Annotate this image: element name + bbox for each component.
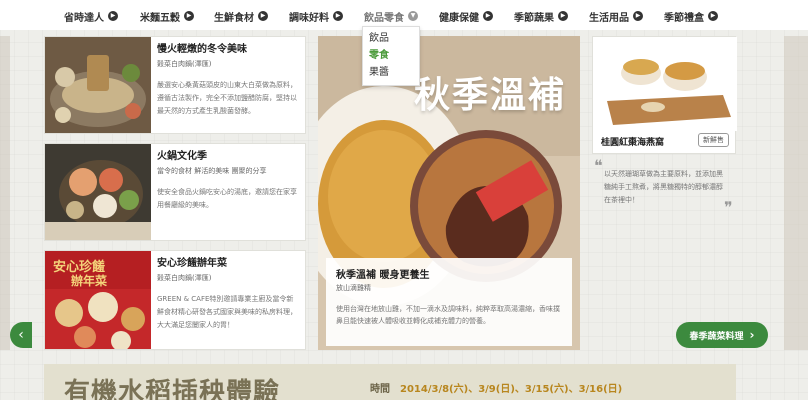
arrow-right-icon: ▶: [108, 11, 118, 21]
quote-close-icon: ❞: [724, 198, 733, 217]
nav-item-seasonal-produce[interactable]: 季節蔬果 ▶: [514, 8, 568, 24]
product-tag[interactable]: 新鮮售: [698, 133, 729, 147]
product-name: 桂圓紅棗海燕窩: [601, 138, 665, 148]
nav-dropdown-menu: 飲品 零食 果醬: [362, 26, 420, 86]
carousel-prev-slide-peek: [0, 36, 10, 350]
event-dates: 2014/3/8(六)、3/9(日)、3/15(六)、3/16(日): [400, 384, 623, 395]
feature-card-new-year-dishes[interactable]: 安心珍饈 辦年菜 安心珍饈辦年菜 穀菜白肉鍋(澤匯) GREEN & CAFE特…: [44, 250, 306, 350]
button-label: 春季蔬菜料理: [689, 331, 744, 342]
dropdown-item-jam[interactable]: 果醬: [369, 64, 413, 81]
chevron-left-icon: ‹: [18, 327, 24, 343]
quote-open-icon: ❝: [594, 156, 603, 175]
feature-card-hotpot-season[interactable]: 火鍋文化季 當令的食材 鮮活的美味 團聚的分享 使安全食品火鍋吃安心的湯底，邀請…: [44, 143, 306, 241]
card-description: 嚴選安心桑黃菇頭皮的山東大白菜做為原料，遵循古法製作，完全不添加鹽醋防腐，堅持以…: [157, 81, 297, 115]
svg-text:安心珍饈: 安心珍饈: [53, 259, 105, 275]
nav-item-label: 米麵五穀: [140, 12, 180, 24]
arrow-right-icon: ▶: [708, 11, 718, 21]
card-subtitle: 當令的食材 鮮活的美味 團聚的分享: [157, 167, 267, 175]
arrow-right-icon: ▶: [184, 11, 194, 21]
event-banner[interactable]: 有機水稻插秧體驗 時間 2014/3/8(六)、3/9(日)、3/15(六)、3…: [44, 364, 736, 400]
main-feature-banner[interactable]: 秋季溫補 秋季溫補 暖身更養生 放山滴雞精 使用台灣在地放山雞，不加一滴水及調味…: [318, 36, 580, 350]
nav-item-label: 省時達人: [64, 12, 104, 24]
nav-item-label: 生鮮食材: [214, 12, 254, 24]
caption-title: 秋季溫補 暖身更養生: [336, 270, 430, 281]
hotpot-image: [45, 37, 151, 133]
nav-item-label: 健康保健: [439, 12, 479, 24]
event-title: 有機水稻插秧體驗: [64, 378, 281, 400]
nav-item-daily-goods[interactable]: 生活用品 ▶: [589, 8, 643, 24]
dropdown-item-snacks[interactable]: 零食: [369, 47, 413, 64]
nav-item-label: 季節禮盒: [664, 12, 704, 24]
event-time-label: 時間: [370, 384, 390, 395]
card-description: GREEN & CAFE特別邀請專業主廚及當令新鮮食材精心研發各式國家與美味的私…: [157, 295, 297, 329]
nav-item-grains[interactable]: 米麵五穀 ▶: [140, 8, 194, 24]
hotpot-ingredients-image: [45, 144, 151, 240]
nav-item-seasonings[interactable]: 調味好料 ▶: [289, 8, 343, 24]
svg-text:辦年菜: 辦年菜: [71, 273, 107, 288]
arrow-down-icon: ▼: [408, 11, 418, 21]
nav-item-label: 生活用品: [589, 12, 629, 24]
card-subtitle: 穀菜白肉鍋(澤匯): [157, 274, 212, 282]
arrow-right-icon: ▶: [483, 11, 493, 21]
card-title: 慢火輕燉的冬令美味: [157, 44, 247, 55]
product-card[interactable]: 桂圓紅棗海燕窩 新鮮售: [592, 36, 737, 154]
new-year-dishes-image: 安心珍饈 辦年菜: [45, 251, 151, 349]
nav-item-label: 調味好料: [289, 12, 329, 24]
caption-description: 使用台灣在地放山雞，不加一滴水及調味料，純粹萃取高湯濃縮，香味撲鼻且能快速被人體…: [336, 305, 560, 325]
card-description: 使安全食品火鍋吃安心的湯底，邀請您在家享用餐廳級的美味。: [157, 188, 297, 209]
card-title: 安心珍饈辦年菜: [157, 258, 227, 269]
nav-item-label: 飲品零食: [364, 12, 404, 24]
bird-nest-dessert-image: [593, 37, 737, 131]
banner-caption: 秋季溫補 暖身更養生 放山滴雞精 使用台灣在地放山雞，不加一滴水及調味料，純粹萃…: [326, 258, 572, 346]
dropdown-item-drinks[interactable]: 飲品: [369, 30, 413, 47]
arrow-right-icon: ▶: [333, 11, 343, 21]
carousel-next-slide-peek: [784, 36, 808, 350]
caption-subtitle: 放山滴雞精: [336, 284, 371, 292]
arrow-right-icon: ▶: [558, 11, 568, 21]
spring-vegetable-recipes-button[interactable]: 春季蔬菜料理 ›: [676, 322, 768, 348]
nav-item-health[interactable]: 健康保健 ▶: [439, 8, 493, 24]
nav-item-fresh-food[interactable]: 生鮮食材 ▶: [214, 8, 268, 24]
arrow-right-icon: ▶: [258, 11, 268, 21]
carousel-prev-button[interactable]: ‹: [10, 322, 32, 348]
banner-headline: 秋季溫補: [413, 74, 566, 116]
nav-item-time-saver[interactable]: 省時達人 ▶: [64, 8, 118, 24]
card-title: 火鍋文化季: [157, 151, 207, 162]
nav-item-gift-boxes[interactable]: 季節禮盒 ▶: [664, 8, 718, 24]
nav-item-label: 季節蔬果: [514, 12, 554, 24]
arrow-right-icon: ▶: [633, 11, 643, 21]
feature-card-winter-hotpot[interactable]: 慢火輕燉的冬令美味 穀菜白肉鍋(澤匯) 嚴選安心桑黃菇頭皮的山東大白菜做為原料，…: [44, 36, 306, 134]
chevron-right-icon: ›: [749, 328, 755, 342]
nav-item-drinks-snacks[interactable]: 飲品零食 ▼: [364, 8, 418, 24]
card-subtitle: 穀菜白肉鍋(澤匯): [157, 60, 212, 68]
product-quote: 以天然珊瑚草做為主要原料，並添加黑糖純手工熬煮，將黑糖獨特的醇郁濃醇在茶裡中！: [604, 170, 723, 204]
